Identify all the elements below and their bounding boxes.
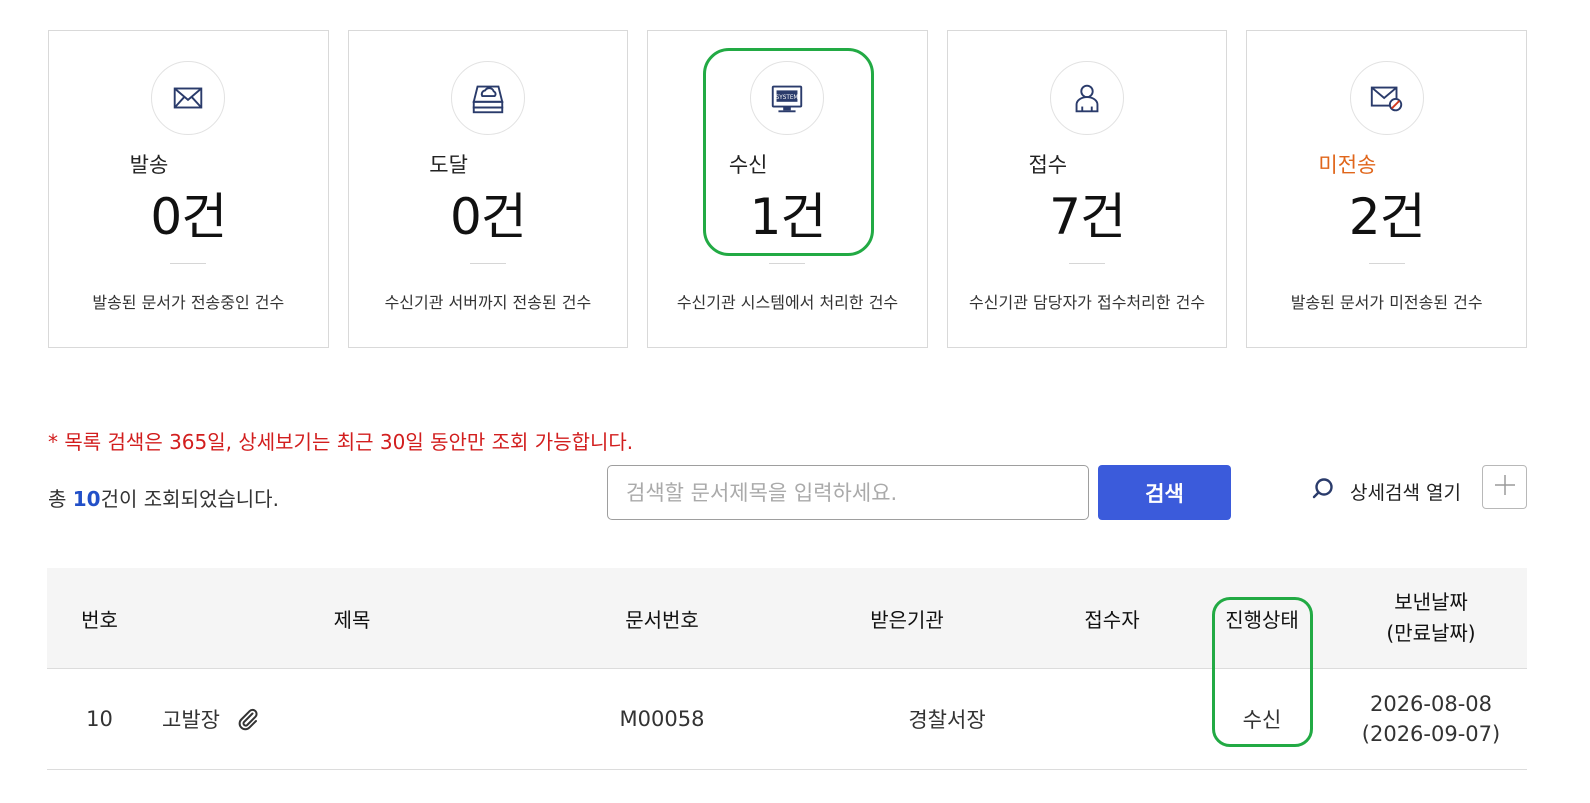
total-count-text: 총 10건이 조회되었습니다. xyxy=(48,483,279,512)
plus-icon xyxy=(1493,473,1517,501)
document-table: 번호 제목 문서번호 받은기관 접수자 진행상태 보낸날짜 (만료날짜) 10 … xyxy=(47,568,1527,770)
table-header: 번호 제목 문서번호 받은기관 접수자 진행상태 보낸날짜 (만료날짜) xyxy=(47,568,1527,669)
card-count: 0건 xyxy=(449,188,527,246)
card-divider xyxy=(469,263,506,264)
card-count: 1건 xyxy=(749,188,827,246)
card-divider xyxy=(769,263,806,264)
card-accept[interactable]: 접수 7건 수신기관 담당자가 접수처리한 건수 xyxy=(946,30,1228,348)
row-receiver xyxy=(1057,669,1167,769)
attachment-icon[interactable] xyxy=(236,707,260,731)
card-arrive[interactable]: 도달 0건 수신기관 서버까지 전송된 건수 xyxy=(347,30,629,348)
card-title: 수신 xyxy=(728,153,768,177)
card-title: 도달 xyxy=(429,153,468,177)
header-date-expire: (만료날짜) xyxy=(1386,621,1476,645)
total-suffix: 건이 조회되었습니다. xyxy=(100,487,279,511)
total-prefix: 총 xyxy=(48,487,73,511)
card-title: 미전송 xyxy=(1318,153,1377,177)
row-expire-date: (2026-09-07) xyxy=(1361,722,1501,746)
header-no: 번호 xyxy=(81,607,118,632)
header-org: 받은기관 xyxy=(870,607,944,632)
search-icon xyxy=(1310,476,1336,506)
row-status: 수신 xyxy=(1242,708,1282,732)
card-count: 2건 xyxy=(1348,188,1426,246)
expand-advanced-search-button[interactable] xyxy=(1482,465,1527,509)
header-date-sent: 보낸날짜 xyxy=(1394,590,1468,614)
svg-text:SYSTEM: SYSTEM xyxy=(776,95,799,101)
cloud-server-icon xyxy=(450,61,525,135)
header-date: 보낸날짜 (만료날짜) xyxy=(1342,568,1520,668)
card-send[interactable]: 발송 0건 발송된 문서가 전송중인 건수 xyxy=(48,30,329,348)
card-description: 발송된 문서가 미전송된 건수 xyxy=(1290,293,1483,312)
card-count: 0건 xyxy=(150,188,227,246)
row-org: 경찰서장 xyxy=(908,708,986,732)
card-description: 수신기관 시스템에서 처리한 건수 xyxy=(676,293,899,312)
row-no: 10 xyxy=(86,707,113,731)
row-date: 2026-08-08 (2026-09-07) xyxy=(1342,669,1520,769)
card-title: 접수 xyxy=(1028,153,1068,177)
card-receive[interactable]: SYSTEM 수신 1건 수신기관 시스템에서 처리한 건수 xyxy=(647,30,928,348)
table-row[interactable]: 10 고발장 M00058 경찰서장 수신 2026-08-08 (2026-0… xyxy=(47,669,1527,770)
card-divider xyxy=(1368,263,1405,264)
system-monitor-icon: SYSTEM xyxy=(750,61,825,135)
card-divider xyxy=(170,263,207,264)
total-count: 10 xyxy=(72,487,101,511)
card-description: 수신기관 담당자가 접수처리한 건수 xyxy=(969,293,1206,312)
card-description: 수신기관 서버까지 전송된 건수 xyxy=(384,293,592,312)
row-title-link[interactable]: 고발장 xyxy=(162,704,220,734)
status-cards: 발송 0건 발송된 문서가 전송중인 건수 도달 0건 수신기관 서버까지 전송… xyxy=(48,30,1527,348)
card-count: 7건 xyxy=(1049,188,1126,246)
envelope-icon xyxy=(151,61,226,135)
envelope-blocked-icon xyxy=(1349,61,1424,135)
card-unsent[interactable]: 미전송 2건 발송된 문서가 미전송된 건수 xyxy=(1246,30,1527,348)
row-sent-date: 2026-08-08 xyxy=(1369,692,1493,716)
card-divider xyxy=(1069,263,1106,264)
notice-text: * 목록 검색은 365일, 상세보기는 최근 30일 동안만 조회 가능합니다… xyxy=(48,430,634,454)
card-title: 발송 xyxy=(129,153,169,177)
search-button[interactable]: 검색 xyxy=(1098,465,1231,520)
advanced-search-label: 상세검색 열기 xyxy=(1350,481,1461,504)
advanced-search-toggle[interactable]: 상세검색 열기 xyxy=(1310,476,1461,506)
search-input[interactable] xyxy=(607,465,1089,520)
header-status: 진행상태 xyxy=(1225,607,1299,632)
row-title-cell: 고발장 xyxy=(162,669,322,769)
header-doc-no: 문서번호 xyxy=(625,607,699,632)
header-receiver: 접수자 xyxy=(1084,607,1140,632)
row-doc-no: M00058 xyxy=(619,707,705,731)
person-icon xyxy=(1050,61,1125,135)
card-description: 발송된 문서가 전송중인 건수 xyxy=(92,293,285,312)
header-title: 제목 xyxy=(333,607,371,632)
